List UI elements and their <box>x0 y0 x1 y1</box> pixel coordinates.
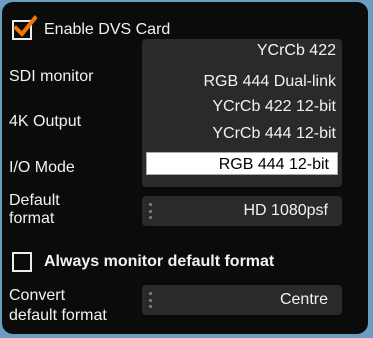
default-format-label-line2: format <box>9 210 55 227</box>
convert-default-format-select[interactable]: Centre <box>142 285 342 315</box>
io-mode-label: I/O Mode <box>9 159 75 176</box>
io-mode-option[interactable]: YCrCb 444 12-bit <box>212 125 336 143</box>
default-format-label-line1: Default <box>9 192 60 209</box>
grip-icon <box>149 203 152 219</box>
io-mode-option[interactable]: RGB 444 Dual-link <box>204 73 337 91</box>
settings-panel: Enable DVS Card SDI monitor 4K Output I/… <box>2 2 368 334</box>
always-monitor-label: Always monitor default format <box>44 253 275 270</box>
checkmark-icon <box>13 15 37 37</box>
enable-dvs-checkbox[interactable] <box>12 15 37 40</box>
io-mode-dropdown-list[interactable]: YCrCb 422 RGB 444 Dual-link YCrCb 422 12… <box>142 39 342 187</box>
always-monitor-row[interactable]: Always monitor default format <box>12 252 274 272</box>
io-mode-option[interactable]: YCrCb 422 12-bit <box>212 98 336 116</box>
io-mode-option[interactable]: YCrCb 422 <box>257 42 336 60</box>
sdi-monitor-label: SDI monitor <box>9 68 94 85</box>
enable-dvs-label: Enable DVS Card <box>44 21 171 38</box>
convert-label-line2: default format <box>9 307 107 324</box>
io-mode-option-selected[interactable]: RGB 444 12-bit <box>146 152 338 175</box>
4k-output-label: 4K Output <box>9 113 82 130</box>
default-format-value: HD 1080psf <box>243 202 329 219</box>
default-format-select[interactable]: HD 1080psf <box>142 196 342 226</box>
always-monitor-checkbox[interactable] <box>12 252 32 272</box>
convert-default-format-value: Centre <box>279 291 328 308</box>
grip-icon <box>149 292 152 308</box>
convert-label-line1: Convert <box>9 287 66 304</box>
enable-dvs-row[interactable]: Enable DVS Card <box>12 15 171 40</box>
